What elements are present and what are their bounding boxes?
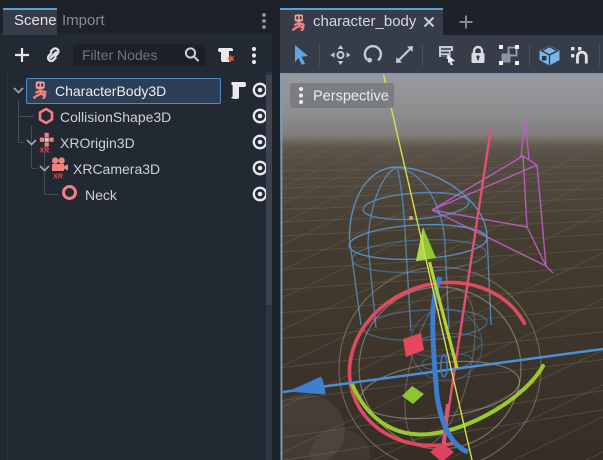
svg-text:XR: XR	[40, 148, 50, 154]
svg-text:Perspective: Perspective	[313, 89, 389, 105]
svg-text:XR: XR	[53, 174, 63, 180]
